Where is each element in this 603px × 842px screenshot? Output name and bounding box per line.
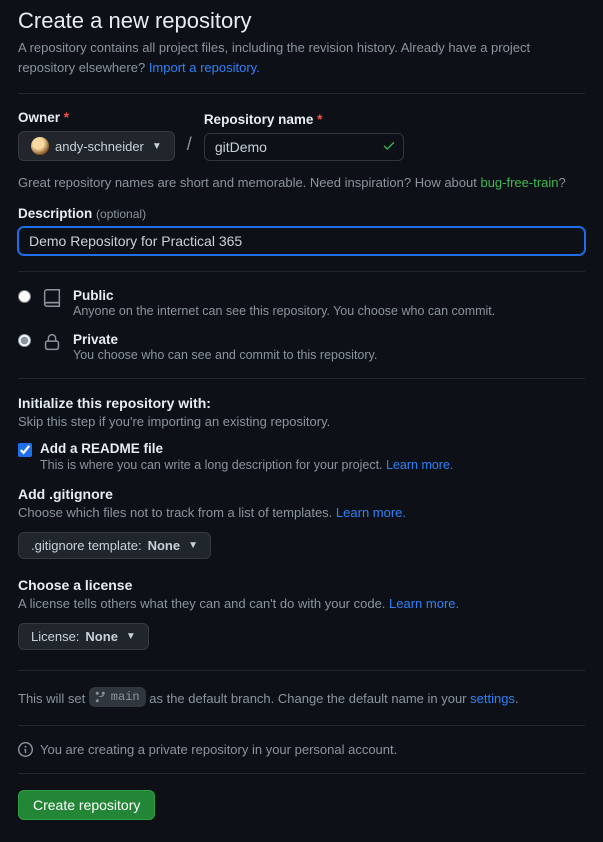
create-repository-button[interactable]: Create repository: [18, 790, 155, 820]
license-select-button[interactable]: License: None ▼: [18, 623, 149, 650]
visibility-private-radio[interactable]: [18, 334, 31, 347]
divider: [18, 725, 585, 726]
info-icon: [18, 742, 33, 757]
init-heading: Initialize this repository with:: [18, 395, 585, 411]
chevron-down-icon: ▼: [152, 141, 162, 152]
lock-icon: [41, 331, 63, 356]
page-subhead: A repository contains all project files,…: [18, 38, 585, 77]
page-title: Create a new repository: [18, 8, 585, 34]
chevron-down-icon: ▼: [188, 540, 198, 551]
check-icon: [382, 139, 396, 156]
repo-icon: [41, 287, 63, 312]
owner-label: Owner *: [18, 110, 175, 125]
visibility-public-sub: Anyone on the internet can see this repo…: [73, 304, 495, 318]
name-hint: Great repository names are short and mem…: [18, 175, 585, 190]
visibility-private-title: Private: [73, 332, 377, 347]
visibility-public-radio[interactable]: [18, 290, 31, 303]
name-suggestion-link[interactable]: bug-free-train: [480, 175, 558, 190]
branch-badge: main: [89, 687, 146, 707]
gitignore-template-button[interactable]: .gitignore template: None ▼: [18, 532, 211, 559]
repo-name-label: Repository name *: [204, 112, 404, 127]
divider: [18, 93, 585, 94]
license-label: Choose a license: [18, 577, 585, 593]
import-repository-link[interactable]: Import a repository.: [149, 60, 260, 75]
divider: [18, 670, 585, 671]
add-readme-sub: This is where you can write a long descr…: [40, 458, 453, 472]
description-label: Description (optional): [18, 206, 585, 221]
branch-settings-link[interactable]: settings: [470, 691, 515, 706]
chevron-down-icon: ▼: [126, 631, 136, 642]
divider: [18, 773, 585, 774]
visibility-private-sub: You choose who can see and commit to thi…: [73, 348, 377, 362]
license-learn-more-link[interactable]: Learn more.: [389, 596, 459, 611]
readme-learn-more-link[interactable]: Learn more.: [386, 458, 453, 472]
repository-name-input[interactable]: [204, 133, 404, 161]
divider: [18, 378, 585, 379]
divider: [18, 271, 585, 272]
info-note: You are creating a private repository in…: [18, 742, 585, 757]
init-skip-note: Skip this step if you're importing an ex…: [18, 414, 585, 429]
gitignore-learn-more-link[interactable]: Learn more.: [336, 505, 406, 520]
gitignore-sub: Choose which files not to track from a l…: [18, 505, 585, 520]
gitignore-label: Add .gitignore: [18, 486, 585, 502]
owner-select-button[interactable]: andy-schneider ▼: [18, 131, 175, 161]
avatar: [31, 137, 49, 155]
license-sub: A license tells others what they can and…: [18, 596, 585, 611]
path-separator: /: [183, 134, 196, 161]
git-branch-icon: [95, 691, 107, 703]
add-readme-title: Add a README file: [40, 441, 453, 456]
visibility-public-title: Public: [73, 288, 495, 303]
add-readme-checkbox[interactable]: [18, 443, 32, 457]
default-branch-note: This will set main as the default branch…: [18, 687, 585, 709]
description-input[interactable]: [18, 227, 585, 255]
